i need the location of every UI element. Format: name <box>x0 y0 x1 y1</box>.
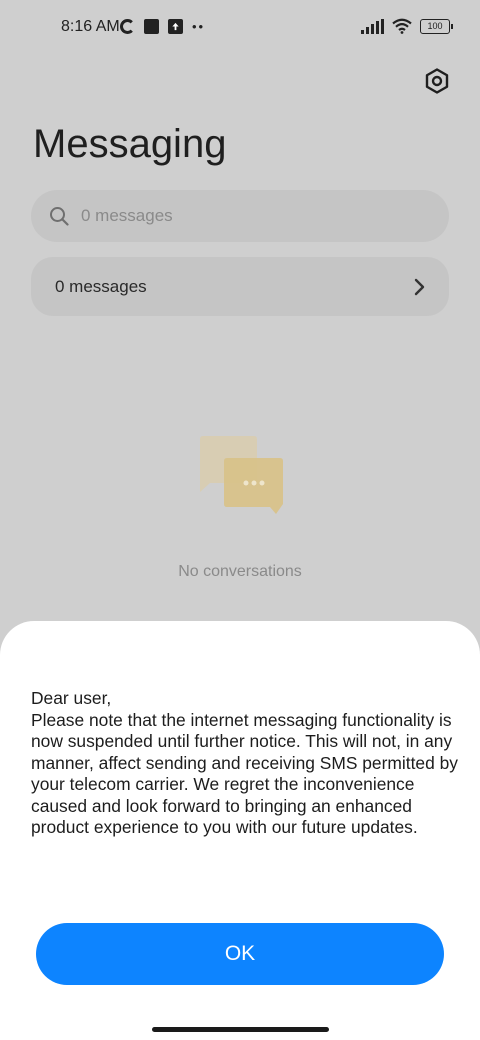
search-icon <box>50 207 69 226</box>
page-title: Messaging <box>33 122 227 166</box>
search-input[interactable] <box>81 206 411 226</box>
notice-dialog: Dear user, Please note that the internet… <box>0 621 480 1040</box>
dialog-body: Please note that the internet messaging … <box>31 709 458 838</box>
settings-button[interactable] <box>422 66 452 96</box>
chevron-right-icon <box>414 278 425 295</box>
notification-icons: •• <box>120 19 205 34</box>
dialog-greeting: Dear user, <box>31 688 112 708</box>
messages-row[interactable]: 0 messages <box>31 257 449 316</box>
messages-row-label: 0 messages <box>55 276 147 296</box>
gear-hexagon-icon <box>425 68 449 94</box>
system-icons: 100 <box>361 18 453 34</box>
home-indicator[interactable] <box>152 1027 329 1032</box>
battery-level: 100 <box>427 21 443 31</box>
more-notifications-icon: •• <box>192 19 206 34</box>
signal-icon <box>361 18 384 34</box>
upload-notification-icon <box>168 19 183 34</box>
search-bar[interactable] <box>31 190 449 242</box>
battery-icon: 100 <box>420 18 453 34</box>
status-time: 8:16 AM <box>61 18 120 35</box>
ok-button[interactable]: OK <box>36 923 444 985</box>
notification-square-icon <box>144 19 159 34</box>
empty-state-text: No conversations <box>178 563 302 580</box>
dialog-message: Dear user, Please note that the internet… <box>31 688 471 839</box>
data-saver-icon <box>120 19 135 34</box>
wifi-icon <box>392 18 412 34</box>
conversation-bubbles-icon <box>200 436 283 514</box>
status-bar: 8:16 AM •• 100 <box>0 0 480 56</box>
